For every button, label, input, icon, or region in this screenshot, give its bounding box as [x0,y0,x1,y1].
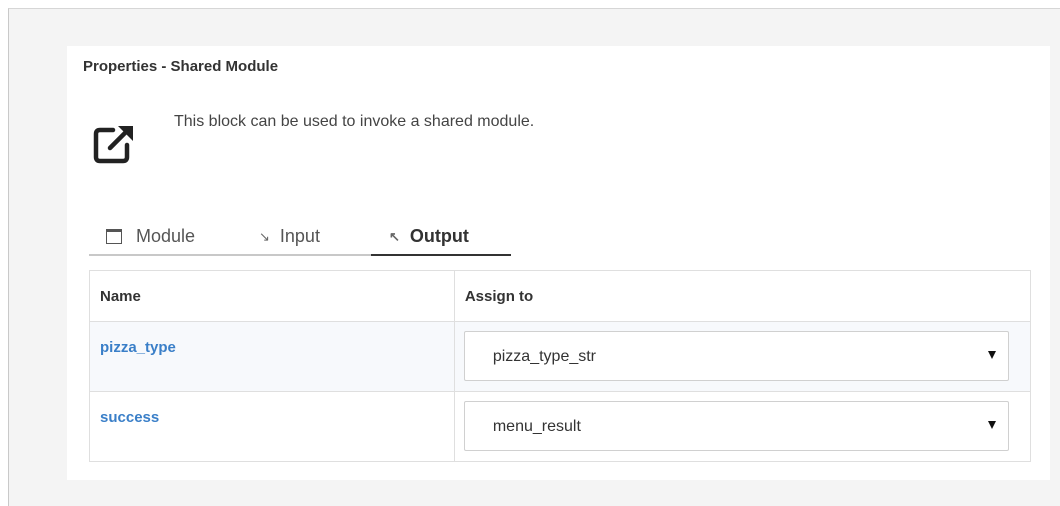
window-icon [106,228,122,244]
assign-to-cell: menu_result [453,391,1032,462]
workspace-background: Properties - Shared Module This block ca… [8,8,1060,506]
dropdown-arrow-icon [987,351,996,359]
tab-bar: Module ↘ Input ↖ Output [89,218,511,258]
external-link-icon [89,118,139,168]
name-cell: success [89,391,455,462]
tab-input-label: Input [279,225,320,246]
table-row: success menu_result [89,391,1032,462]
arrow-in-icon: ↘ [259,228,270,244]
tab-input[interactable]: ↘ Input [217,218,371,256]
table-row: pizza_type pizza_type_str [89,321,1032,392]
panel-title: Properties - Shared Module [83,58,279,75]
output-mapping-table: Name Assign to pizza_type pizza_type_str [89,270,1032,462]
select-value: pizza_type_str [492,348,597,365]
tab-output[interactable]: ↖ Output [371,218,511,256]
dropdown-arrow-icon [987,421,996,429]
select-value: menu_result [492,418,581,435]
output-name-link[interactable]: pizza_type [100,339,176,356]
column-header-assign-to: Assign to [453,270,1032,322]
arrow-out-icon: ↖ [389,228,400,244]
assign-to-select[interactable]: pizza_type_str [463,331,1009,381]
tab-module[interactable]: Module [89,218,217,256]
name-cell: pizza_type [89,321,455,392]
properties-panel: Properties - Shared Module This block ca… [67,46,1050,480]
tab-output-label: Output [409,225,469,246]
assign-to-cell: pizza_type_str [453,321,1032,392]
output-name-link[interactable]: success [100,409,159,426]
assign-to-select[interactable]: menu_result [463,401,1009,451]
block-description: This block can be used to invoke a share… [174,113,535,130]
table-header-row: Name Assign to [89,270,1032,322]
tab-module-label: Module [136,225,196,246]
column-header-name: Name [89,270,455,322]
